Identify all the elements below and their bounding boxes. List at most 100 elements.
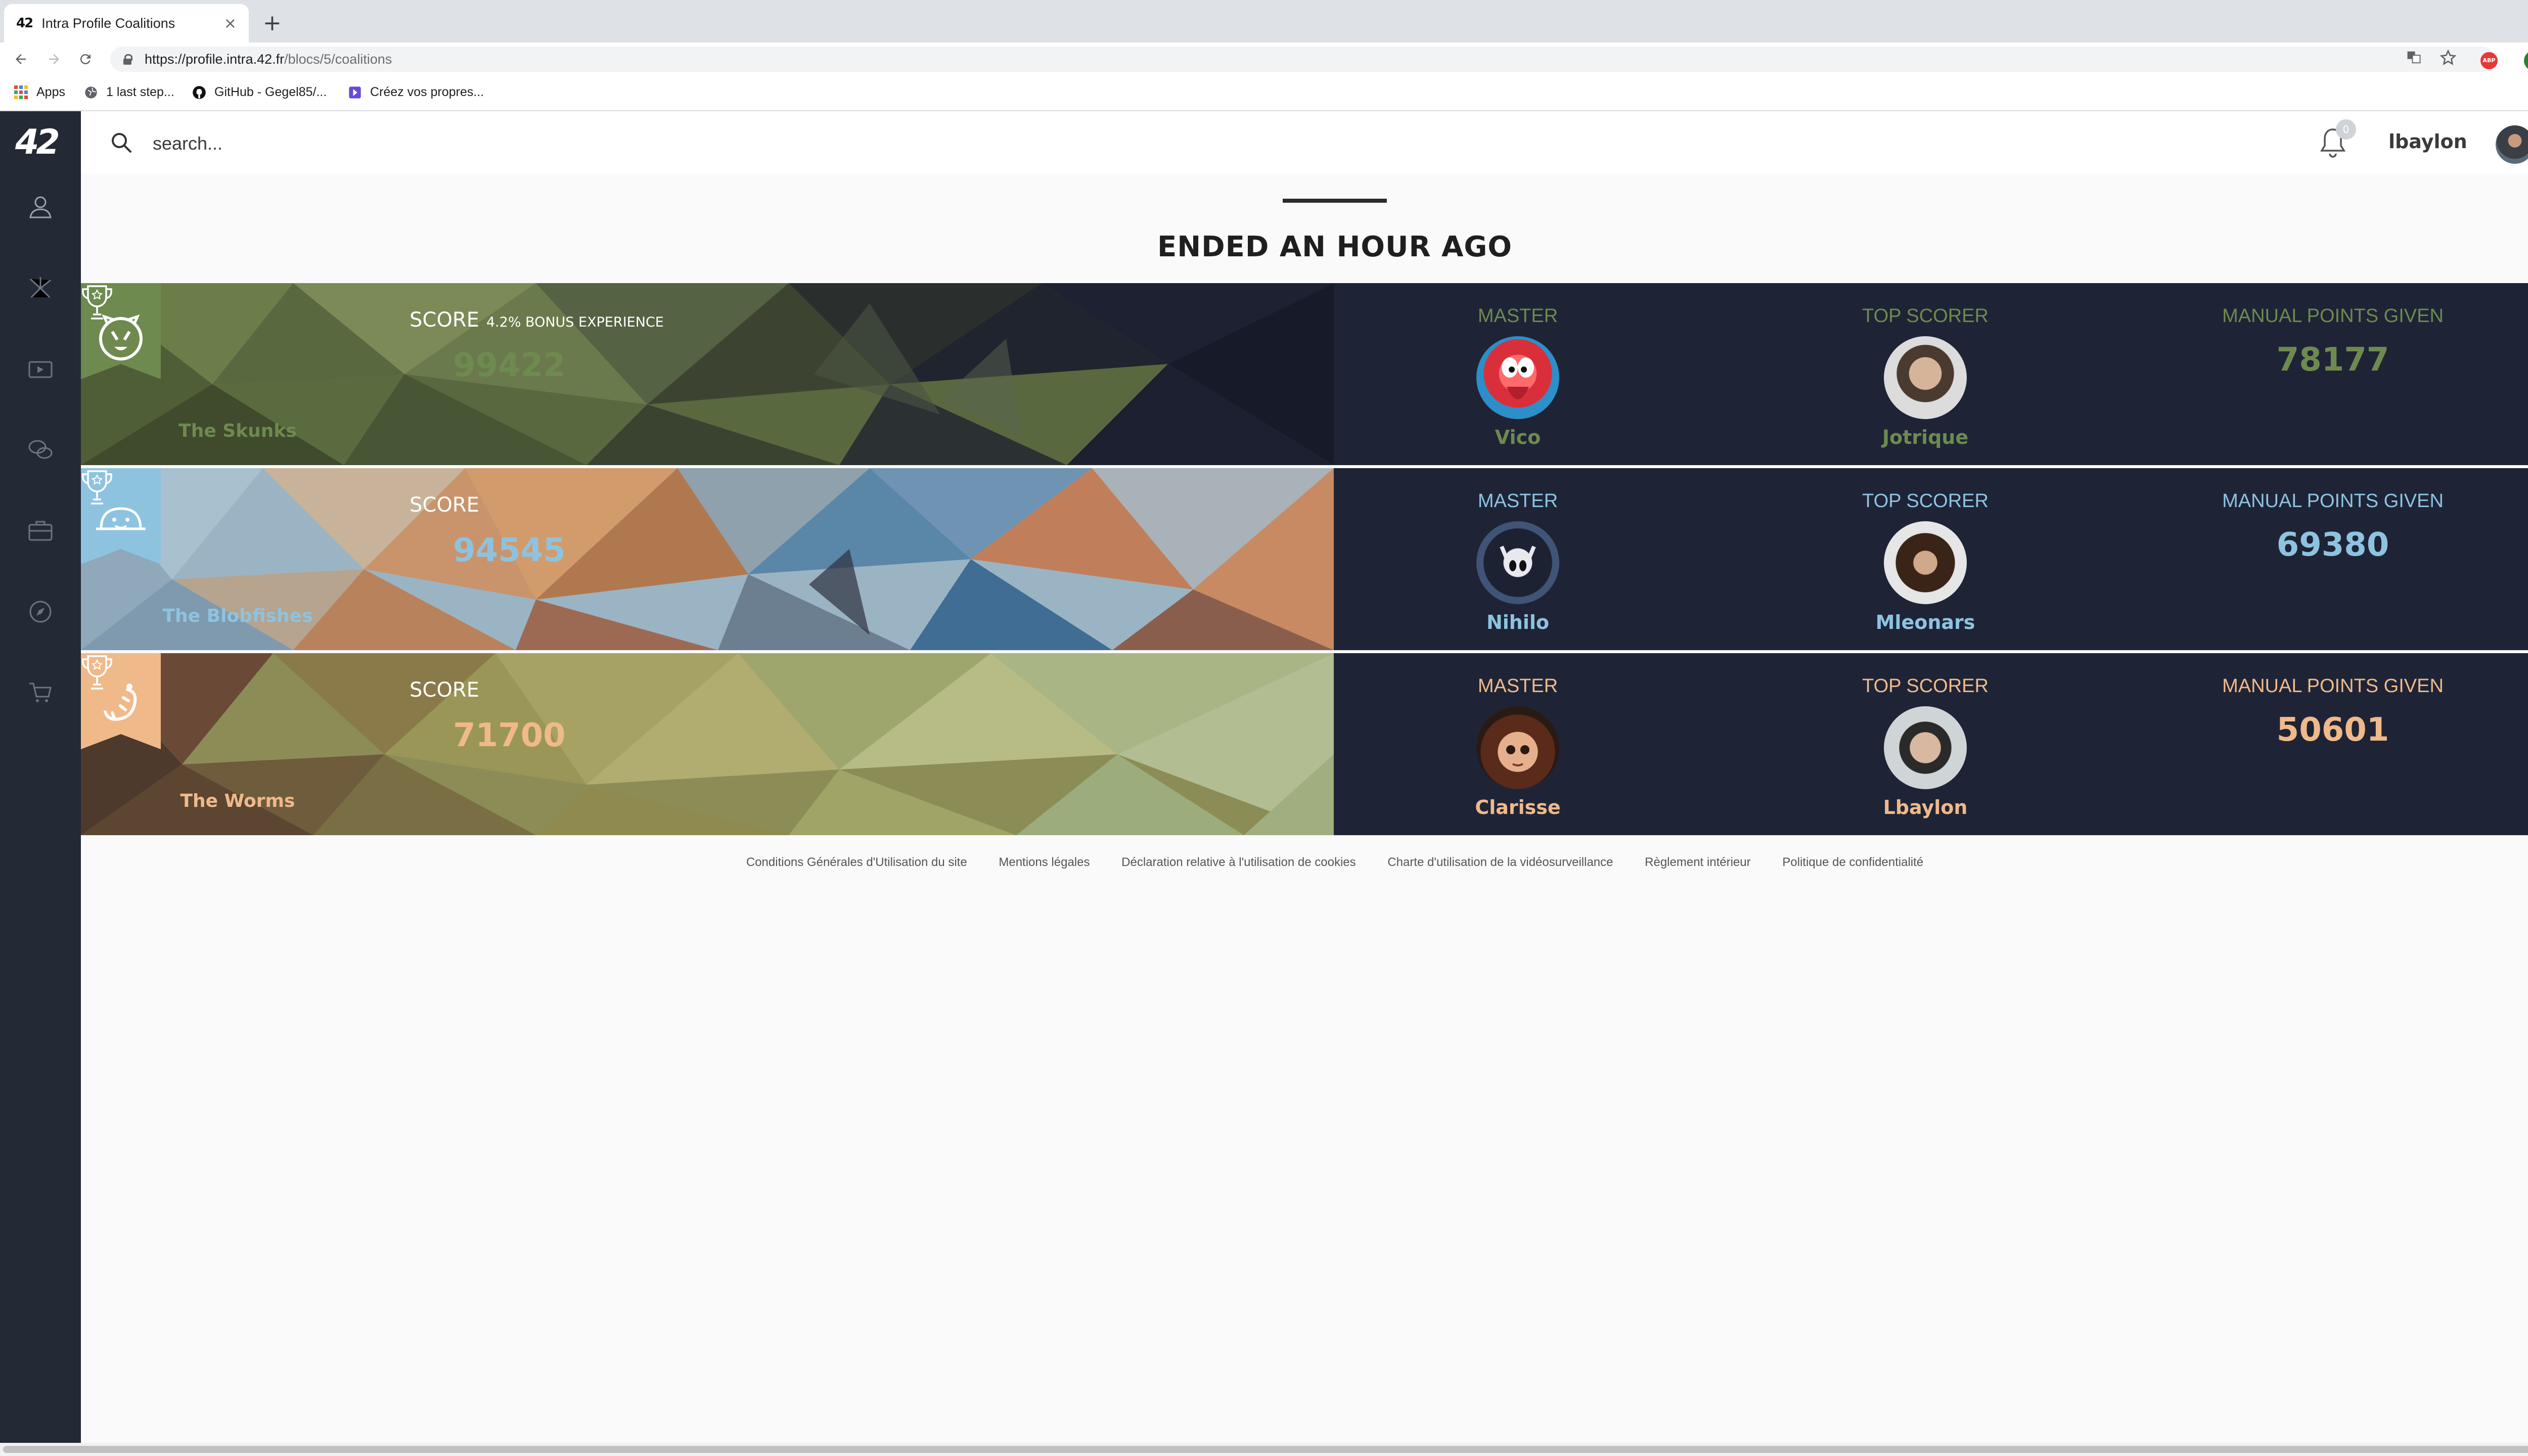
url-host: https://profile.intra.42.fr <box>145 51 285 67</box>
notification-badge: 0 <box>2336 119 2356 140</box>
master-label: MASTER <box>1477 675 1558 697</box>
chat-icon[interactable] <box>25 435 56 465</box>
score-value: 71700 <box>453 717 566 754</box>
top-scorer-column: TOP SCORER Mleonars <box>1774 490 2077 633</box>
coalition-name[interactable]: The Skunks <box>147 421 329 441</box>
adblock-icon[interactable]: ABP <box>2480 52 2498 69</box>
bonus-text: 4.2% BONUS EXPERIENCE <box>486 314 664 330</box>
master-name[interactable]: Clarisse <box>1366 796 1669 818</box>
top-scorer-avatar[interactable] <box>1884 336 1967 419</box>
scrollbar-thumb[interactable] <box>3 1446 2528 1453</box>
master-column: MASTER Nihilo <box>1366 490 1669 633</box>
footer-link-reglement[interactable]: Règlement intérieur <box>1645 855 1750 869</box>
manual-points-value: 50601 <box>2276 711 2389 749</box>
reload-button[interactable] <box>78 47 93 74</box>
master-name[interactable]: Nihilo <box>1366 611 1669 633</box>
top-scorer-column: TOP SCORER Jotrique <box>1774 305 2077 448</box>
bookmark-icon <box>349 86 361 99</box>
browser-tab-strip: 42 Intra Profile Coalitions × + <box>0 0 2528 42</box>
manual-points-label: MANUAL POINTS GIVEN <box>2222 305 2444 327</box>
manual-points-label: MANUAL POINTS GIVEN <box>2222 675 2444 697</box>
master-avatar[interactable] <box>1476 521 1559 604</box>
star-icon[interactable] <box>2439 49 2457 68</box>
footer-link-mentions[interactable]: Mentions légales <box>999 855 1090 869</box>
trophy-icon <box>82 285 112 320</box>
translate-icon[interactable] <box>2405 50 2423 68</box>
top-scorer-label: TOP SCORER <box>1862 490 1989 512</box>
trophy-icon <box>82 470 112 505</box>
footer-link-videosurveillance[interactable]: Charte d'utilisation de la vidéosurveill… <box>1387 855 1613 869</box>
manual-points-column: MANUAL POINTS GIVEN 69380 <box>2181 490 2485 564</box>
avatar[interactable] <box>2496 125 2528 164</box>
sidebar: 42 <box>0 111 81 1451</box>
coalition-banner-area: The Skunks SCORE 4.2% BONUS EXPERIENCE 99… <box>81 283 1334 465</box>
footer-link-cookies[interactable]: Déclaration relative à l'utilisation de … <box>1121 855 1356 869</box>
compass-icon[interactable] <box>25 597 56 627</box>
footer-link-cgu[interactable]: Conditions Générales d'Utilisation du si… <box>746 855 967 869</box>
master-column: MASTER Clarisse <box>1366 675 1669 818</box>
status-title: ENDED AN HOUR AGO <box>1157 231 1512 263</box>
username[interactable]: lbaylon <box>2388 130 2467 153</box>
back-button[interactable] <box>13 47 28 74</box>
footer-link-confidentialite[interactable]: Politique de confidentialité <box>1782 855 1923 869</box>
coalition-stats: MASTER Clarisse TOP SCORER Lbaylon MANUA… <box>1334 653 2528 835</box>
apps-grid-icon <box>14 85 28 100</box>
cart-icon[interactable] <box>25 677 56 708</box>
coalition-stats: MASTER Nihilo TOP SCORER Mleonars MANUAL… <box>1334 468 2528 650</box>
globe-icon <box>85 86 97 99</box>
top-scorer-name[interactable]: Lbaylon <box>1774 796 2077 818</box>
master-name[interactable]: Vico <box>1366 426 1669 448</box>
forward-button[interactable] <box>47 47 62 74</box>
github-icon <box>193 85 206 99</box>
search-input[interactable] <box>153 131 759 156</box>
bookmark-label: 1 last step... <box>106 85 174 99</box>
arrow-right-icon <box>49 54 59 64</box>
logo-42[interactable]: 42 <box>15 122 60 162</box>
bookmark-creez[interactable]: Créez vos propres... <box>348 85 484 100</box>
browser-toolbar: https://profile.intra.42.fr/blocs/5/coal… <box>0 42 2528 76</box>
coalition-name[interactable]: The Blobfishes <box>147 606 329 626</box>
bookmark-apps[interactable]: Apps <box>14 85 65 100</box>
coalition-banner-area: The Worms SCORE 71700 <box>81 653 1334 835</box>
top-scorer-avatar[interactable] <box>1884 521 1967 604</box>
master-column: MASTER Vico <box>1366 305 1669 448</box>
network-icon[interactable] <box>25 273 56 303</box>
footer: Conditions Générales d'Utilisation du si… <box>81 855 2528 870</box>
coalition-stats: MASTER Vico TOP SCORER Jotrique MANUAL P… <box>1334 283 2528 465</box>
address-bar[interactable]: https://profile.intra.42.fr/blocs/5/coal… <box>110 47 2495 72</box>
user-icon[interactable] <box>25 192 56 222</box>
tab-close-icon[interactable]: × <box>224 15 237 32</box>
top-scorer-avatar[interactable] <box>1884 706 1967 789</box>
manual-points-value: 78177 <box>2276 341 2389 379</box>
bookmark-github[interactable]: GitHub - Gegel85/... <box>192 85 327 100</box>
master-label: MASTER <box>1477 305 1558 327</box>
trophy-icon <box>82 655 112 690</box>
master-avatar[interactable] <box>1476 706 1559 789</box>
master-avatar[interactable] <box>1476 336 1559 419</box>
bookmark-last-step[interactable]: 1 last step... <box>84 85 174 100</box>
top-scorer-name[interactable]: Jotrique <box>1774 426 2077 448</box>
briefcase-icon[interactable] <box>25 516 56 546</box>
browser-tab[interactable]: 42 Intra Profile Coalitions × <box>4 4 249 42</box>
search-icon[interactable] <box>110 131 132 154</box>
score-label-text: SCORE <box>410 493 479 517</box>
master-label: MASTER <box>1477 490 1558 512</box>
lock-icon <box>123 54 132 65</box>
tab-favicon-icon: 42 <box>16 16 33 31</box>
main-content: ENDED AN HOUR AGO The Skunks SCORE 4.2% … <box>81 174 2528 1451</box>
coalition-row-worms: The Worms SCORE 71700 MASTER Clarisse TO… <box>81 653 2528 835</box>
score-label-text: SCORE <box>410 678 479 702</box>
video-icon[interactable] <box>25 354 56 384</box>
top-scorer-label: TOP SCORER <box>1862 305 1989 327</box>
horizontal-scrollbar[interactable] <box>0 1443 2528 1456</box>
score-value: 94545 <box>453 532 566 569</box>
coalition-banner-area: The Blobfishes SCORE 94545 <box>81 468 1334 650</box>
manual-points-column: MANUAL POINTS GIVEN 50601 <box>2181 675 2485 749</box>
new-tab-button[interactable]: + <box>263 9 282 37</box>
top-scorer-column: TOP SCORER Lbaylon <box>1774 675 2077 818</box>
coalition-name[interactable]: The Worms <box>147 791 329 811</box>
manual-points-label: MANUAL POINTS GIVEN <box>2222 490 2444 512</box>
bookmark-label: Créez vos propres... <box>370 85 484 99</box>
coalition-row-blobfishes: The Blobfishes SCORE 94545 MASTER Nihilo… <box>81 468 2528 650</box>
top-scorer-name[interactable]: Mleonars <box>1774 611 2077 633</box>
